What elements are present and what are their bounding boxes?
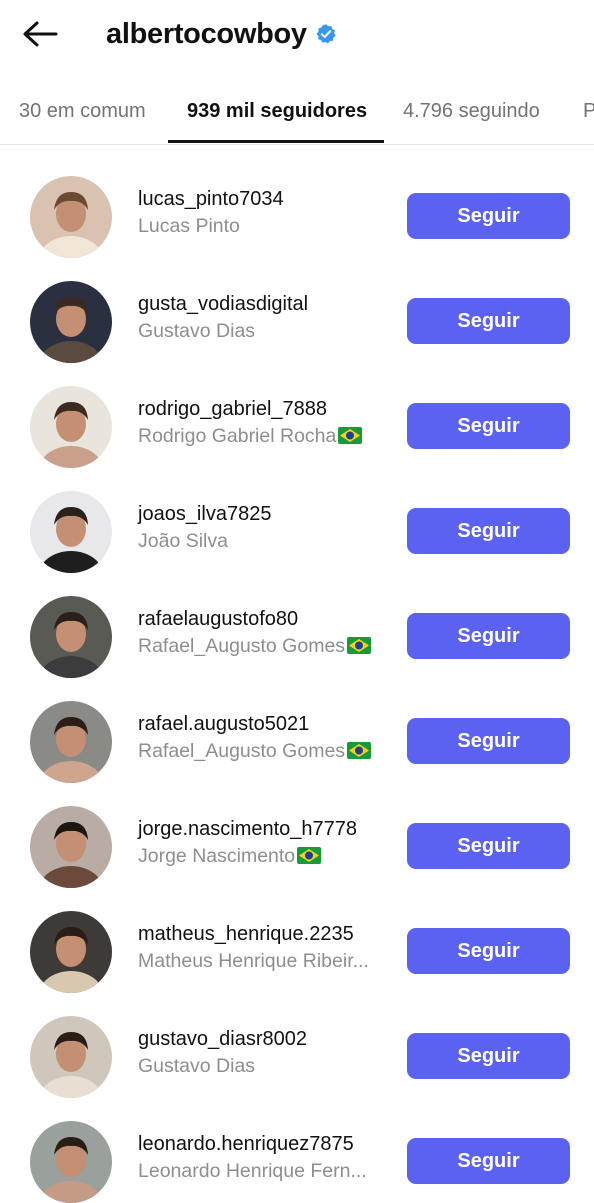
follower-row[interactable]: jorge.nascimento_h7778 Jorge Nascimento Se… bbox=[0, 780, 594, 888]
full-name: Matheus Henrique Ribeir... bbox=[138, 950, 369, 973]
arrow-left-icon bbox=[23, 21, 58, 47]
follower-row[interactable]: gustavo_diasr8002 Gustavo Dias Seguir bbox=[0, 990, 594, 1098]
avatar[interactable] bbox=[30, 281, 112, 363]
username[interactable]: matheus_henrique.2235 bbox=[138, 923, 354, 946]
tab-mutual[interactable]: 30 em comum bbox=[19, 80, 146, 142]
follower-row[interactable]: joaos_ilva7825 João Silva Seguir bbox=[0, 465, 594, 573]
back-button[interactable] bbox=[18, 14, 62, 54]
full-name-text: Rafael_Augusto Gomes bbox=[138, 740, 346, 762]
page-title: albertocowboy bbox=[106, 17, 307, 50]
full-name: Lucas Pinto bbox=[138, 215, 240, 238]
follow-button[interactable]: Seguir bbox=[407, 193, 570, 239]
full-name: Gustavo Dias bbox=[138, 320, 255, 343]
full-name: Gustavo Dias bbox=[138, 1055, 255, 1078]
brazil-flag-icon bbox=[347, 637, 372, 654]
avatar[interactable] bbox=[30, 386, 112, 468]
follower-row[interactable]: matheus_henrique.2235 Matheus Henrique Ri… bbox=[0, 885, 594, 993]
username[interactable]: rafael.augusto5021 bbox=[138, 713, 309, 736]
follow-button[interactable]: Seguir bbox=[407, 718, 570, 764]
username[interactable]: joaos_ilva7825 bbox=[138, 503, 271, 526]
brazil-flag-icon bbox=[347, 742, 372, 759]
active-tab-indicator bbox=[168, 140, 384, 143]
tab-following[interactable]: 4.796 seguindo bbox=[403, 80, 540, 142]
brazil-flag-icon bbox=[338, 427, 363, 444]
username[interactable]: leonardo.henriquez7875 bbox=[138, 1133, 354, 1156]
follow-button[interactable]: Seguir bbox=[407, 928, 570, 974]
full-name-text: Rodrigo Gabriel Rocha bbox=[138, 425, 337, 447]
full-name-text: Matheus Henrique Ribeir... bbox=[138, 950, 369, 972]
follower-row[interactable]: rodrigo_gabriel_7888 Rodrigo Gabriel Roch… bbox=[0, 360, 594, 468]
full-name-text: Gustavo Dias bbox=[138, 320, 256, 342]
follow-button[interactable]: Seguir bbox=[407, 508, 570, 554]
avatar[interactable] bbox=[30, 491, 112, 573]
username[interactable]: gustavo_diasr8002 bbox=[138, 1028, 307, 1051]
avatar[interactable] bbox=[30, 806, 112, 888]
avatar[interactable] bbox=[30, 1121, 112, 1203]
avatar[interactable] bbox=[30, 911, 112, 993]
username[interactable]: gusta_vodiasdigital bbox=[138, 293, 308, 316]
tab-followers[interactable]: 939 mil seguidores bbox=[187, 80, 367, 142]
full-name: João Silva bbox=[138, 530, 228, 553]
follower-row[interactable]: lucas_pinto7034 Lucas Pinto Seguir bbox=[0, 150, 594, 258]
tab-more[interactable]: P bbox=[583, 80, 594, 142]
follower-row[interactable]: rafael.augusto5021 Rafael_Augusto Gomes Se… bbox=[0, 675, 594, 783]
username[interactable]: lucas_pinto7034 bbox=[138, 188, 284, 211]
full-name-text: Jorge Nascimento bbox=[138, 845, 296, 867]
follow-button[interactable]: Seguir bbox=[407, 1138, 570, 1184]
profile-title: albertocowboy bbox=[106, 14, 337, 54]
full-name: Leonardo Henrique Fern... bbox=[138, 1160, 367, 1183]
follow-button[interactable]: Seguir bbox=[407, 403, 570, 449]
follower-row[interactable]: leonardo.henriquez7875 Leonardo Henrique … bbox=[0, 1095, 594, 1203]
follow-button[interactable]: Seguir bbox=[407, 613, 570, 659]
avatar[interactable] bbox=[30, 701, 112, 783]
avatar[interactable] bbox=[30, 1016, 112, 1098]
full-name-text: Gustavo Dias bbox=[138, 1055, 256, 1077]
full-name-text: Rafael_Augusto Gomes bbox=[138, 635, 346, 657]
full-name: Rodrigo Gabriel Rocha bbox=[138, 425, 363, 448]
full-name-text: Lucas Pinto bbox=[138, 215, 240, 237]
verified-badge-icon bbox=[316, 24, 336, 44]
brazil-flag-icon bbox=[297, 847, 322, 864]
full-name: Rafael_Augusto Gomes bbox=[138, 635, 372, 658]
avatar[interactable] bbox=[30, 596, 112, 678]
tab-bar: 30 em comum 939 mil seguidores 4.796 seg… bbox=[0, 80, 594, 145]
top-bar: albertocowboy bbox=[0, 0, 594, 70]
follower-row[interactable]: gusta_vodiasdigital Gustavo Dias Seguir bbox=[0, 255, 594, 363]
follow-button[interactable]: Seguir bbox=[407, 298, 570, 344]
avatar[interactable] bbox=[30, 176, 112, 258]
full-name: Rafael_Augusto Gomes bbox=[138, 740, 372, 763]
full-name: Jorge Nascimento bbox=[138, 845, 322, 868]
username[interactable]: rafaelaugustofo80 bbox=[138, 608, 298, 631]
follow-button[interactable]: Seguir bbox=[407, 1033, 570, 1079]
username[interactable]: rodrigo_gabriel_7888 bbox=[138, 398, 327, 421]
follow-button[interactable]: Seguir bbox=[407, 823, 570, 869]
full-name-text: Leonardo Henrique Fern... bbox=[138, 1160, 367, 1182]
full-name-text: João Silva bbox=[138, 530, 228, 552]
username[interactable]: jorge.nascimento_h7778 bbox=[138, 818, 357, 841]
follower-row[interactable]: rafaelaugustofo80 Rafael_Augusto Gomes Seg… bbox=[0, 570, 594, 678]
